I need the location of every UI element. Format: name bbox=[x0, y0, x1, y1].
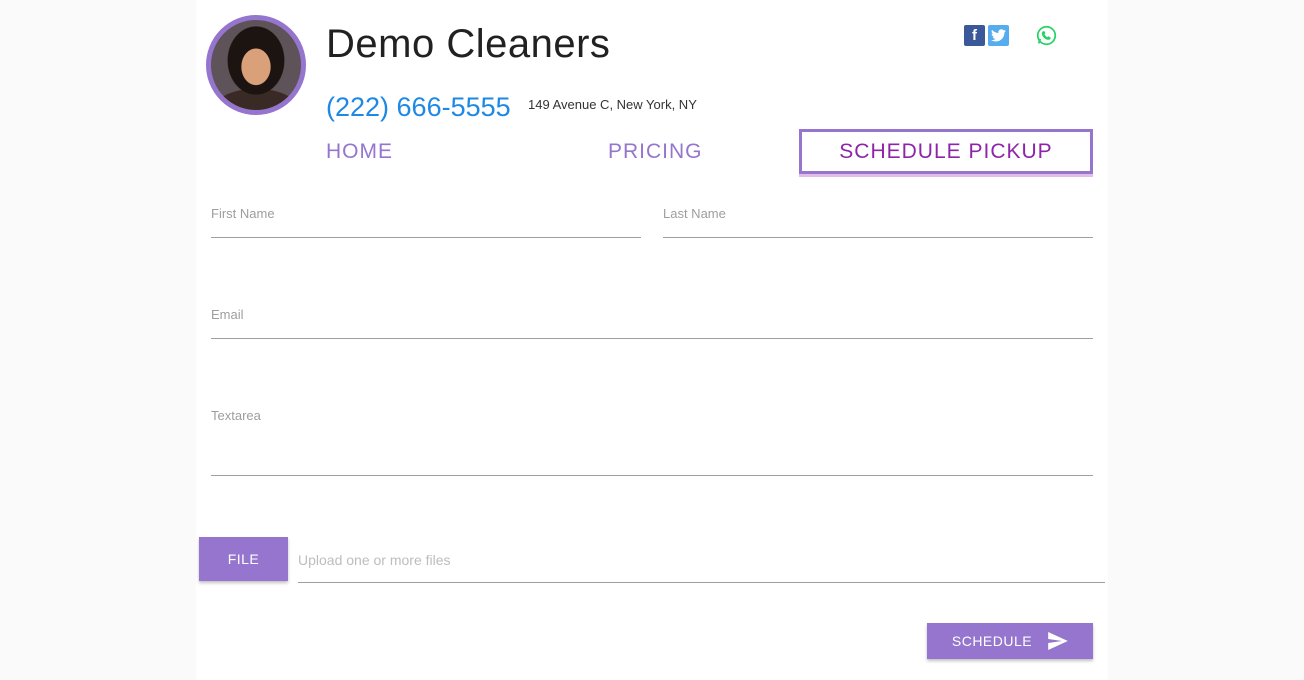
phone-link[interactable]: (222) 666-5555 bbox=[326, 92, 511, 123]
tab-pricing[interactable]: PRICING bbox=[608, 140, 703, 164]
tab-schedule-pickup[interactable]: SCHEDULE PICKUP bbox=[799, 129, 1093, 174]
file-path-input[interactable]: Upload one or more files bbox=[298, 552, 451, 568]
business-name: Demo Cleaners bbox=[326, 22, 611, 66]
schedule-button-label: SCHEDULE bbox=[951, 633, 1033, 649]
facebook-icon[interactable]: f bbox=[964, 24, 985, 46]
whatsapp-icon[interactable] bbox=[1036, 25, 1057, 46]
email-field[interactable] bbox=[211, 337, 1093, 339]
first-name-field[interactable] bbox=[211, 236, 641, 238]
avatar bbox=[206, 15, 306, 115]
schedule-button[interactable]: SCHEDULE bbox=[927, 623, 1093, 659]
send-icon bbox=[1048, 632, 1068, 650]
google-plus-icon[interactable]: G+ bbox=[1012, 25, 1033, 46]
address-text: 149 Avenue C, New York, NY bbox=[528, 97, 697, 112]
file-path-underline bbox=[298, 581, 1105, 583]
social-links: f G+ bbox=[964, 24, 1057, 46]
textarea-field[interactable] bbox=[211, 474, 1093, 476]
email-label: Email bbox=[211, 307, 244, 322]
textarea-label: Textarea bbox=[211, 408, 261, 423]
last-name-field[interactable] bbox=[663, 236, 1093, 238]
last-name-label: Last Name bbox=[663, 206, 726, 221]
file-button[interactable]: FILE bbox=[199, 537, 288, 581]
twitter-icon[interactable] bbox=[988, 24, 1009, 46]
tab-home[interactable]: HOME bbox=[326, 140, 393, 164]
first-name-label: First Name bbox=[211, 206, 275, 221]
